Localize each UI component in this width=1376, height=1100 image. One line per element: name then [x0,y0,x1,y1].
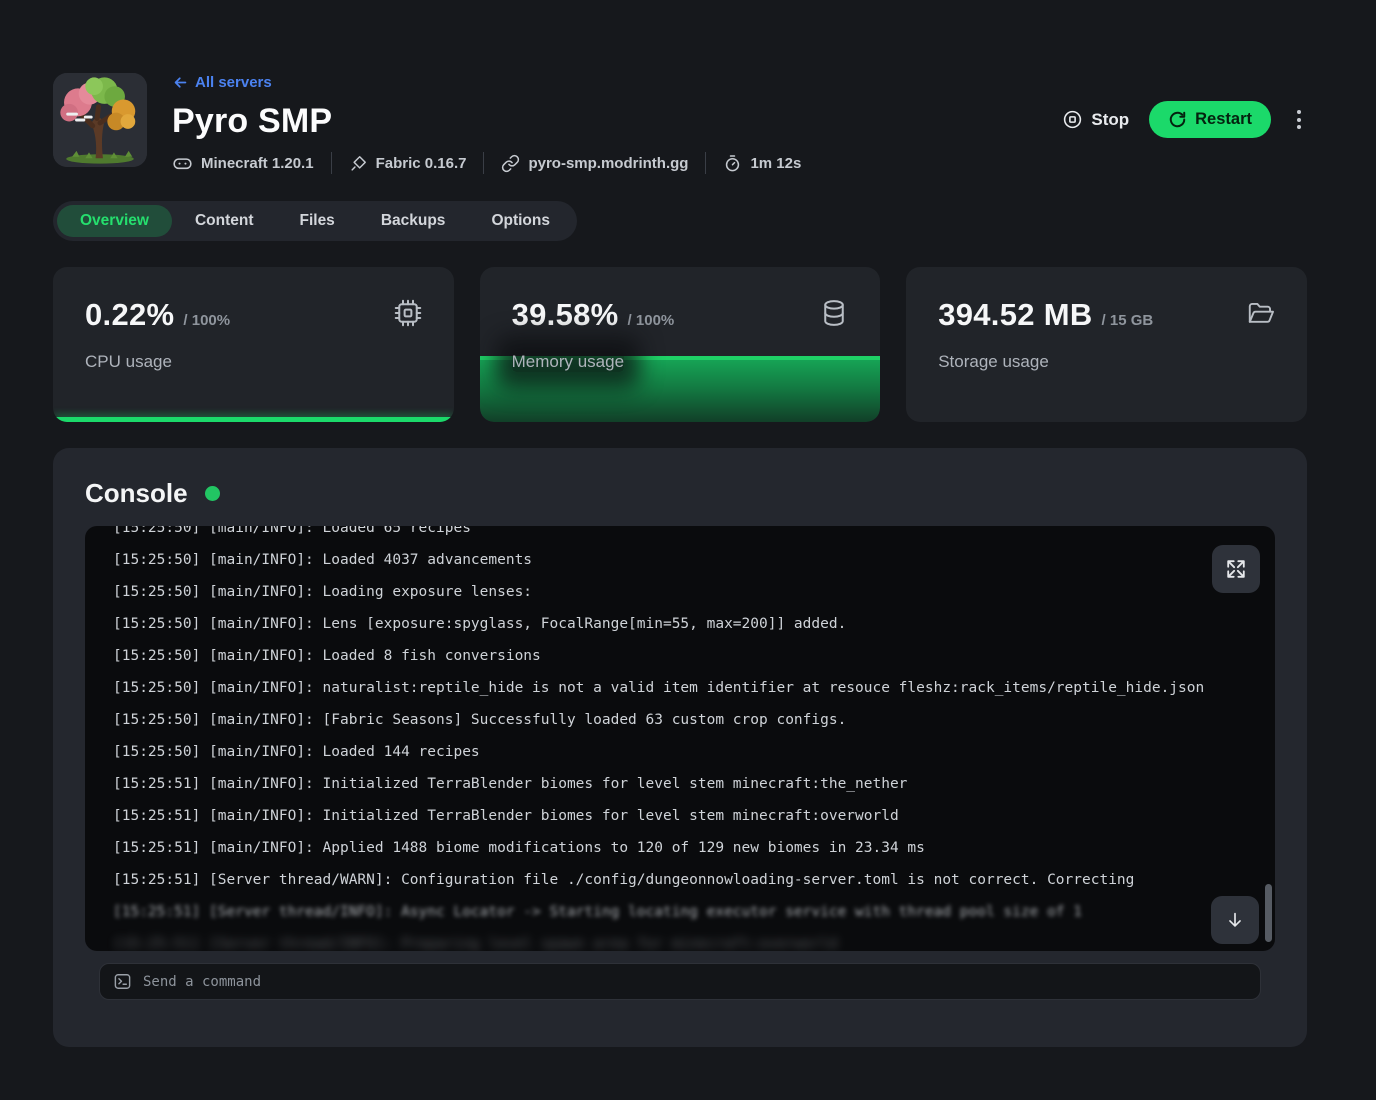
back-arrow-icon [172,74,189,91]
more-options-button[interactable] [1291,106,1307,133]
server-page: All servers Pyro SMP Minecraft 1.20.1 [53,0,1307,1047]
console-card: Console [15:25:50] [main/INFO]: Loaded 6… [53,448,1307,1047]
meta-uptime: 1m 12s [723,154,801,173]
tab-overview[interactable]: Overview [57,205,172,237]
console-log-line: [15:25:51] [main/INFO]: Initialized Terr… [113,800,1255,832]
console-log-line: [15:25:51] [main/INFO]: Applied 1488 bio… [113,832,1255,864]
meta-loader-version: Fabric 0.16.7 [349,154,467,173]
command-input[interactable] [143,974,1247,990]
storage-usage-value: 394.52 MB [938,297,1092,333]
back-link-label: All servers [195,74,272,91]
page-title: Pyro SMP [172,102,801,141]
cpu-usage-card: 0.22% / 100% CPU usage [53,267,454,422]
console-log-line: [15:25:50] [main/INFO]: Lens [exposure:s… [113,608,1255,640]
scroll-to-bottom-button[interactable] [1211,896,1259,944]
console-log-line: [15:25:51] [Server thread/INFO]: Prepari… [113,928,1255,951]
restart-button-label: Restart [1195,110,1252,129]
meta-divider [331,152,332,174]
back-to-all-servers-link[interactable]: All servers [172,74,272,91]
memory-usage-card: 39.58% / 100% Memory usage [480,267,881,422]
meta-divider [483,152,484,174]
memory-usage-limit: / 100% [628,312,675,329]
arrow-down-icon [1224,909,1246,931]
storage-usage-label: Storage usage [938,352,1049,372]
server-meta-row: Minecraft 1.20.1 Fabric 0.16.7 pyro-smp.… [172,152,801,174]
storage-usage-card: 394.52 MB / 15 GB Storage usage [906,267,1307,422]
server-header: All servers Pyro SMP Minecraft 1.20.1 [53,73,1307,174]
cpu-usage-limit: / 100% [183,312,230,329]
console-title: Console [85,478,188,509]
command-bar[interactable] [99,963,1261,1000]
gamepad-icon [172,153,193,174]
meta-divider [705,152,706,174]
meta-server-domain-label: pyro-smp.modrinth.gg [528,155,688,172]
database-icon [819,298,849,333]
cpu-usage-value: 0.22% [85,297,174,333]
kebab-icon [1297,110,1301,114]
meta-loader-version-label: Fabric 0.16.7 [376,155,467,172]
link-icon [501,154,520,173]
meta-game-version: Minecraft 1.20.1 [172,153,314,174]
console-log-line: [15:25:50] [main/INFO]: Loaded 4037 adva… [113,544,1255,576]
console-expand-button[interactable] [1212,545,1260,593]
stop-button[interactable]: Stop [1062,109,1129,130]
meta-uptime-label: 1m 12s [750,155,801,172]
server-avatar [53,73,147,167]
server-info: All servers Pyro SMP Minecraft 1.20.1 [172,73,801,174]
tab-backups[interactable]: Backups [358,205,469,237]
console-log-line: [15:25:50] [main/INFO]: [Fabric Seasons]… [113,704,1255,736]
expand-icon [1225,558,1247,580]
console-log-viewport[interactable]: [15:25:50] [main/INFO]: Loaded 65 recipe… [85,526,1275,951]
header-actions: Stop Restart [1062,101,1307,138]
memory-usage-label: Memory usage [512,352,624,372]
folder-open-icon [1245,298,1276,334]
console-log-line: [15:25:50] [main/INFO]: Loaded 65 recipe… [113,526,1255,544]
cpu-chip-icon [393,298,423,333]
stats-row: 0.22% / 100% CPU usage 39.58% / 100% Mem… [53,267,1307,422]
tab-content[interactable]: Content [172,205,277,237]
restart-icon [1168,110,1187,129]
stop-icon [1062,109,1083,130]
restart-button[interactable]: Restart [1149,101,1271,138]
storage-usage-limit: / 15 GB [1102,312,1154,329]
console-log-lines: [15:25:50] [main/INFO]: Loaded 65 recipe… [113,526,1255,951]
fabric-loader-icon [349,154,368,173]
terminal-icon [113,972,132,991]
tab-bar: Overview Content Files Backups Options [53,201,577,241]
stop-button-label: Stop [1091,110,1129,130]
meta-game-version-label: Minecraft 1.20.1 [201,155,314,172]
cpu-usage-graph [53,417,454,422]
stopwatch-icon [723,154,742,173]
console-scrollbar-thumb[interactable] [1265,884,1272,942]
memory-usage-value: 39.58% [512,297,619,333]
console-log-line: [15:25:50] [main/INFO]: Loaded 8 fish co… [113,640,1255,672]
console-log-line: [15:25:50] [main/INFO]: Loading exposure… [113,576,1255,608]
cpu-usage-label: CPU usage [85,352,172,372]
console-log-line: [15:25:51] [Server thread/WARN]: Configu… [113,864,1255,896]
tab-files[interactable]: Files [276,205,357,237]
meta-server-domain[interactable]: pyro-smp.modrinth.gg [501,154,688,173]
console-log-line: [15:25:50] [main/INFO]: Loaded 144 recip… [113,736,1255,768]
console-log-line: [15:25:50] [main/INFO]: naturalist:repti… [113,672,1255,704]
server-online-status-dot [205,486,220,501]
console-log-line: [15:25:51] [Server thread/INFO]: Async L… [113,896,1255,928]
console-log-line: [15:25:51] [main/INFO]: Initialized Terr… [113,768,1255,800]
tab-options[interactable]: Options [468,205,573,237]
tree-icon [53,73,147,167]
